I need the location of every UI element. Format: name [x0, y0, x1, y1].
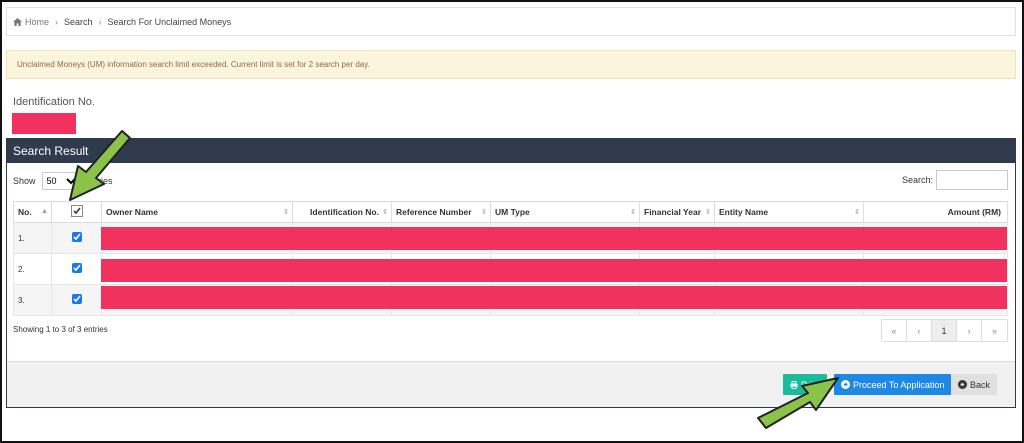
- col-label: Reference Number: [396, 207, 472, 217]
- sort-icon: ⇕: [854, 209, 860, 216]
- col-label: Entity Name: [719, 207, 769, 217]
- alert-text: Unclaimed Moneys (UM) information search…: [17, 60, 370, 69]
- col-header-no[interactable]: No. ▲: [13, 201, 52, 223]
- breadcrumb-home[interactable]: Home: [13, 17, 49, 27]
- pager-prev-button[interactable]: ‹: [907, 320, 932, 341]
- arrow-circle-left-icon: [958, 380, 967, 389]
- row-checkbox[interactable]: [71, 294, 82, 304]
- pager-last-button[interactable]: »: [982, 320, 1007, 341]
- breadcrumb-search[interactable]: Search: [64, 17, 93, 27]
- sort-asc-icon: ▲: [41, 208, 48, 215]
- sort-icon: ⇕: [382, 209, 388, 216]
- row-select-cell: [51, 253, 102, 285]
- search-label: Search:: [901, 175, 933, 185]
- col-header-entity-name[interactable]: Entity Name ⇕: [714, 201, 864, 223]
- row-number: 2.: [13, 253, 52, 285]
- sort-icon: ⇕: [481, 209, 487, 216]
- back-label: Back: [970, 379, 991, 390]
- row-number: 3.: [13, 284, 52, 316]
- pagination: « ‹ 1 › »: [881, 319, 1008, 342]
- col-label: No.: [18, 207, 32, 217]
- row-select-cell: [51, 284, 102, 316]
- chevron-right-icon: ›: [98, 16, 102, 27]
- sort-icon: ⇕: [630, 209, 636, 216]
- search-result-panel: Search Result Show 50 entries Search: No…: [6, 138, 1016, 408]
- col-label: Amount (RM): [947, 207, 1001, 217]
- redacted-row-data: [101, 286, 1007, 309]
- annotation-arrow-down-icon: [69, 130, 131, 201]
- limit-warning-alert: Unclaimed Moneys (UM) information search…: [6, 50, 1016, 79]
- proceed-label: Proceed To Application: [853, 379, 945, 390]
- row-number: 1.: [13, 222, 52, 254]
- search-input[interactable]: [936, 170, 1008, 190]
- col-header-reference[interactable]: Reference Number ⇕: [391, 201, 491, 223]
- row-checkbox[interactable]: [71, 232, 82, 242]
- entries-info: Showing 1 to 3 of 3 entries: [13, 325, 108, 334]
- breadcrumb: Home › Search › Search For Unclaimed Mon…: [6, 7, 1016, 36]
- proceed-to-application-button[interactable]: Proceed To Application: [834, 374, 952, 395]
- row-checkbox[interactable]: [71, 263, 82, 273]
- redacted-row-data: [101, 259, 1007, 282]
- table-header-row: No. ▲ Owner Name ⇕ Identification No. ⇕ Ref…: [13, 201, 1008, 223]
- breadcrumb-home-label: Home: [25, 16, 50, 27]
- pager-page-button[interactable]: 1: [932, 320, 957, 341]
- col-label: UM Type: [495, 207, 530, 217]
- pager-next-button[interactable]: ›: [957, 320, 982, 341]
- sort-icon: ⇕: [283, 209, 289, 216]
- home-icon: [13, 17, 22, 26]
- back-button[interactable]: Back: [951, 374, 998, 395]
- identification-label: Identification No.: [13, 96, 95, 108]
- pager-first-button[interactable]: «: [882, 320, 907, 341]
- col-header-um-type[interactable]: UM Type ⇕: [490, 201, 640, 223]
- select-all-checkbox[interactable]: [70, 205, 83, 217]
- col-label: Owner Name: [106, 207, 158, 217]
- col-header-financial-year[interactable]: Financial Year ⇕: [639, 201, 715, 223]
- panel-title: Search Result: [7, 139, 1015, 163]
- col-label: Identification No.: [310, 207, 379, 217]
- row-select-cell: [51, 222, 102, 254]
- redacted-row-data: [101, 227, 1007, 250]
- annotation-arrow-up-icon: [757, 377, 839, 429]
- sort-icon: ⇕: [705, 209, 711, 216]
- show-label: Show: [13, 176, 36, 186]
- col-header-amount[interactable]: Amount (RM): [863, 201, 1008, 223]
- chevron-right-icon: ›: [55, 16, 59, 27]
- breadcrumb-current: Search For Unclaimed Moneys: [107, 16, 232, 27]
- col-header-identification[interactable]: Identification No. ⇕: [292, 201, 392, 223]
- table-search: Search:: [902, 170, 1008, 190]
- col-label: Financial Year: [644, 207, 702, 217]
- panel-footer: Print Proceed To Application Back: [7, 361, 1015, 407]
